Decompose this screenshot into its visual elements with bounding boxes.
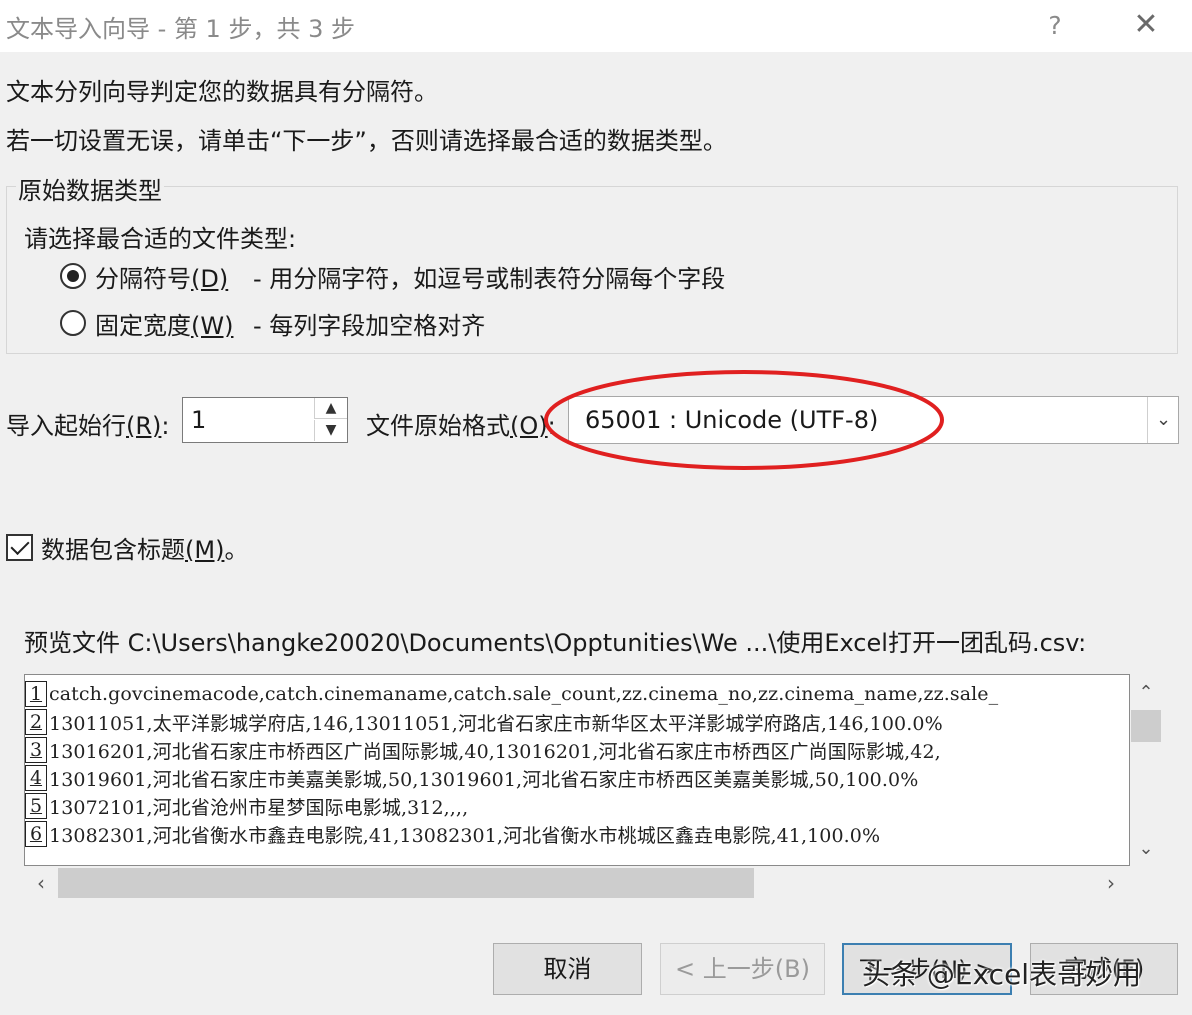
horizontal-scroll-thumb[interactable] — [58, 868, 754, 898]
row-text: 13082301,河北省衡水市鑫垚电影院,41,13082301,河北省衡水市桃… — [49, 824, 881, 847]
preview-pane[interactable]: 1 catch.govcinemacode,catch.cinemaname,c… — [24, 674, 1130, 866]
chevron-down-icon[interactable]: ⌄ — [1147, 397, 1179, 443]
preview-row: 4 13019601,河北省石家庄市美嘉美影城,50,13019601,河北省石… — [25, 764, 918, 792]
next-button[interactable]: 下一步(N) > — [842, 943, 1012, 995]
row-text: catch.govcinemacode,catch.cinemaname,cat… — [49, 683, 999, 705]
preview-row: 3 13016201,河北省石家庄市桥西区广尚国际影城,40,13016201,… — [25, 736, 941, 764]
row-text: 13011051,太平洋影城学府店,146,13011051,河北省石家庄市新华… — [49, 712, 943, 735]
radio-delimited-description: - 用分隔字符，如逗号或制表符分隔每个字段 — [253, 264, 726, 293]
radio-unchecked-icon[interactable] — [60, 310, 86, 336]
row-number: 4 — [25, 765, 47, 791]
preview-label: 预览文件 C:\Users\hangke20020\Documents\Oppt… — [24, 629, 1087, 657]
start-row-input[interactable]: 1 — [191, 406, 206, 434]
scroll-right-icon[interactable]: › — [1096, 866, 1126, 900]
row-number: 1 — [25, 681, 47, 707]
cancel-button[interactable]: 取消 — [493, 943, 642, 995]
row-number: 6 — [25, 821, 47, 847]
checkbox-checked-icon[interactable] — [6, 534, 33, 561]
row-number: 2 — [25, 709, 47, 735]
intro-line-2: 若一切设置无误，请单击“下一步”，否则请选择最合适的数据类型。 — [6, 127, 727, 155]
row-text: 13072101,河北省沧州市星梦国际电影城,312,,,, — [49, 796, 469, 819]
radio-delimited-label: 分隔符号(D) — [95, 264, 229, 293]
spin-up-icon[interactable]: ▲ — [314, 398, 347, 419]
start-row-label: 导入起始行(R): — [6, 412, 170, 440]
radio-delimited[interactable]: 分隔符号(D) - 用分隔字符，如逗号或制表符分隔每个字段 — [60, 259, 725, 293]
group-title: 原始数据类型 — [16, 171, 164, 206]
row-number: 3 — [25, 737, 47, 763]
spin-down-icon[interactable]: ▼ — [314, 420, 347, 441]
preview-row: 6 13082301,河北省衡水市鑫垚电影院,41,13082301,河北省衡水… — [25, 820, 880, 848]
has-headers-checkbox[interactable]: 数据包含标题(M)。 — [6, 530, 248, 565]
scroll-left-icon[interactable]: ‹ — [26, 866, 56, 900]
title-bar: 文本导入向导 - 第 1 步，共 3 步 ? ✕ — [0, 0, 1192, 52]
file-origin-label: 文件原始格式(O): — [366, 412, 556, 440]
radio-fixed-width-description: - 每列字段加空格对齐 — [253, 311, 486, 340]
has-headers-label: 数据包含标题(M)。 — [41, 536, 249, 564]
window-title: 文本导入向导 - 第 1 步，共 3 步 — [6, 15, 355, 43]
finish-button[interactable]: 完成(F) — [1030, 943, 1178, 995]
row-text: 13016201,河北省石家庄市桥西区广尚国际影城,40,13016201,河北… — [49, 740, 941, 763]
vertical-scroll-thumb[interactable] — [1131, 710, 1161, 742]
horizontal-scrollbar[interactable]: ‹ › — [24, 866, 1130, 900]
radio-fixed-width-label: 固定宽度(W) — [95, 311, 234, 340]
radio-fixed-width[interactable]: 固定宽度(W) - 每列字段加空格对齐 — [60, 306, 485, 340]
radio-checked-icon[interactable] — [60, 263, 86, 289]
back-button[interactable]: < 上一步(B) — [660, 943, 825, 995]
file-origin-value: 65001 : Unicode (UTF-8) — [585, 406, 879, 434]
close-icon[interactable]: ✕ — [1126, 6, 1166, 46]
preview-row: 1 catch.govcinemacode,catch.cinemaname,c… — [25, 680, 998, 708]
scroll-up-icon[interactable]: ⌃ — [1130, 678, 1162, 708]
file-type-prompt: 请选择最合适的文件类型: — [24, 225, 297, 253]
preview-row: 2 13011051,太平洋影城学府店,146,13011051,河北省石家庄市… — [25, 708, 943, 736]
intro-line-1: 文本分列向导判定您的数据具有分隔符。 — [6, 78, 438, 106]
help-button[interactable]: ? — [1040, 6, 1070, 46]
preview-row: 5 13072101,河北省沧州市星梦国际电影城,312,,,, — [25, 792, 468, 820]
row-text: 13019601,河北省石家庄市美嘉美影城,50,13019601,河北省石家庄… — [49, 768, 919, 791]
row-number: 5 — [25, 793, 47, 819]
start-row-stepper[interactable]: 1 ▲ ▼ — [182, 397, 348, 443]
scroll-down-icon[interactable]: ⌄ — [1130, 834, 1162, 864]
vertical-scrollbar[interactable]: ⌃ ⌄ — [1130, 674, 1162, 866]
file-origin-select[interactable]: 65001 : Unicode (UTF-8) ⌄ — [568, 396, 1179, 444]
